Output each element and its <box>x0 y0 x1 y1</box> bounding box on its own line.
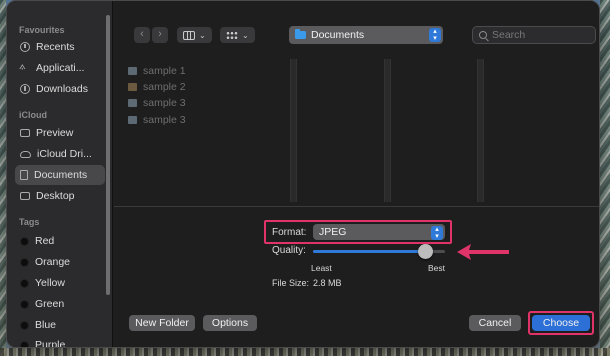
file-size-label: File Size: <box>272 278 310 288</box>
tag-dot-icon <box>20 299 29 309</box>
choose-button[interactable]: Choose <box>532 315 590 331</box>
chevron-down-icon: ⌄ <box>242 30 249 40</box>
open-dialog: Favourites Recents Applicati... Download… <box>6 0 600 348</box>
quality-slider-fill <box>313 250 426 253</box>
slider-min-label: Least <box>311 263 332 273</box>
applications-icon <box>19 60 30 73</box>
updown-chevron-icon: ▴ ▾ <box>429 28 441 42</box>
sidebar-item-icloud-drive[interactable]: iCloud Dri... <box>15 144 105 164</box>
sidebar-tag-orange[interactable]: Orange <box>15 252 105 272</box>
file-size-value: 2.8 MB <box>313 278 342 288</box>
section-favourites: Favourites <box>19 25 65 35</box>
file-name: sample 1 <box>143 65 186 77</box>
sidebar-item-preview[interactable]: Preview <box>15 123 105 143</box>
section-tags: Tags <box>19 217 40 227</box>
sidebar-item-label: Recents <box>36 41 75 53</box>
back-button[interactable]: ‹ <box>134 27 150 43</box>
desktop-wallpaper-bottom <box>0 348 610 356</box>
download-icon <box>20 84 30 94</box>
image-file-icon <box>128 83 137 91</box>
forward-button[interactable]: › <box>152 27 168 43</box>
sidebar-scrollbar[interactable] <box>106 15 110 295</box>
location-popup[interactable]: Documents ▴ ▾ <box>289 26 443 44</box>
cancel-button[interactable]: Cancel <box>469 315 521 331</box>
sidebar-item-label: Preview <box>36 127 74 139</box>
sidebar-item-label: Orange <box>35 256 71 268</box>
sidebar-item-label: Green <box>35 298 65 310</box>
file-browser: sample 1 sample 2 sample 3 sample 3 <box>114 51 599 207</box>
desktop-icon <box>20 192 30 200</box>
file-item[interactable]: sample 2 <box>128 79 186 95</box>
tag-dot-icon <box>20 340 29 347</box>
file-name: sample 2 <box>143 81 186 93</box>
clock-icon <box>20 42 30 52</box>
sidebar-item-label: Applicati... <box>36 62 85 74</box>
desktop-wallpaper-right <box>600 0 610 356</box>
quality-label: Quality: <box>272 245 306 256</box>
sidebar-item-label: Yellow <box>35 277 65 289</box>
folder-icon <box>20 129 30 137</box>
column-divider[interactable] <box>477 59 484 202</box>
file-item[interactable]: sample 3 <box>128 112 186 128</box>
format-popup[interactable]: JPEG ▴ ▾ <box>313 224 445 240</box>
updown-chevron-icon: ▴ ▾ <box>431 226 443 240</box>
search-icon <box>479 31 487 39</box>
sidebar-item-label: Purple <box>35 339 66 348</box>
pointer-arrow-icon <box>457 244 509 260</box>
grid-icon <box>226 30 238 40</box>
file-name: sample 3 <box>143 97 186 109</box>
sidebar-item-recents[interactable]: Recents <box>15 37 105 57</box>
format-value: JPEG <box>319 226 347 238</box>
column-divider[interactable] <box>384 59 391 202</box>
sidebar: Favourites Recents Applicati... Download… <box>7 1 113 347</box>
sidebar-item-label: Blue <box>35 319 57 331</box>
file-icon <box>128 67 137 75</box>
sidebar-item-desktop[interactable]: Desktop <box>15 186 105 206</box>
sidebar-item-applications[interactable]: Applicati... <box>15 58 105 78</box>
cloud-icon <box>20 150 31 158</box>
tag-dot-icon <box>20 257 29 267</box>
sidebar-item-label: Desktop <box>36 190 75 202</box>
file-name: sample 3 <box>143 114 186 126</box>
sidebar-item-documents[interactable]: Documents <box>15 165 105 185</box>
file-icon <box>128 99 137 107</box>
chevron-down-icon: ⌄ <box>199 30 206 40</box>
sidebar-item-label: iCloud Dri... <box>37 148 92 160</box>
location-label: Documents <box>311 29 365 41</box>
sidebar-tag-yellow[interactable]: Yellow <box>15 273 105 293</box>
file-icon <box>128 116 137 124</box>
tag-dot-icon <box>20 236 29 246</box>
sidebar-tag-red[interactable]: Red <box>15 231 105 251</box>
sidebar-item-downloads[interactable]: Downloads <box>15 79 105 99</box>
tag-dot-icon <box>20 320 29 330</box>
slider-max-label: Best <box>428 263 446 273</box>
document-icon <box>20 170 28 180</box>
toolbar: ‹ › ⌄ ⌄ Documents ▴ ▾ <box>114 1 599 51</box>
sidebar-tag-green[interactable]: Green <box>15 294 105 314</box>
file-item[interactable]: sample 3 <box>128 95 186 111</box>
file-item[interactable]: sample 1 <box>128 63 186 79</box>
section-icloud: iCloud <box>19 110 47 120</box>
format-label: Format: <box>272 227 307 238</box>
sidebar-tag-purple[interactable]: Purple <box>15 335 105 348</box>
tag-dot-icon <box>20 278 29 288</box>
sidebar-item-label: Documents <box>34 169 88 181</box>
new-folder-button[interactable]: New Folder <box>129 315 195 331</box>
search-input[interactable] <box>492 29 587 41</box>
sidebar-item-label: Red <box>35 235 55 247</box>
group-button[interactable]: ⌄ <box>220 27 255 43</box>
view-mode-button[interactable]: ⌄ <box>177 27 212 43</box>
sidebar-item-label: Downloads <box>36 83 88 95</box>
quality-slider-knob[interactable] <box>417 244 433 259</box>
search-field[interactable] <box>472 26 596 44</box>
columns-view-icon <box>183 30 195 40</box>
options-button[interactable]: Options <box>203 315 257 331</box>
folder-icon <box>295 29 306 39</box>
sidebar-tag-blue[interactable]: Blue <box>15 315 105 335</box>
column-divider[interactable] <box>290 59 297 202</box>
